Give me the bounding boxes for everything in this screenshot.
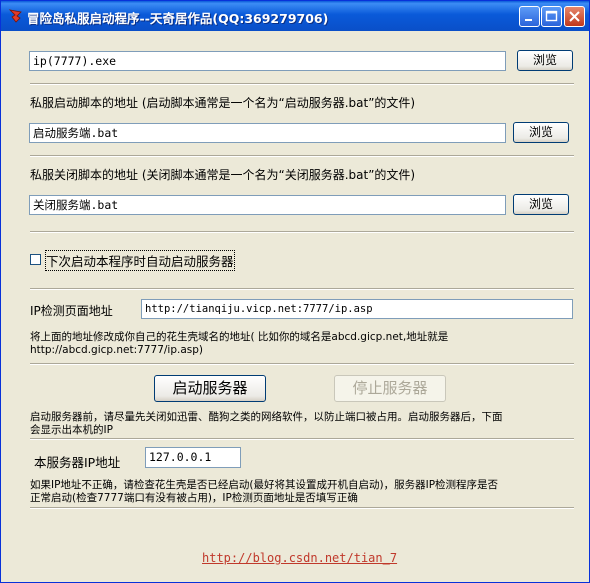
stop-script-input[interactable]: 关闭服务端.bat — [29, 195, 506, 215]
exe-path-input[interactable]: ip(7777).exe — [29, 51, 506, 71]
window-title: 冒险岛私服启动程序--天奇居作品(QQ:369279706) — [27, 11, 329, 26]
main-window: 冒险岛私服启动程序--天奇居作品(QQ:369279706) ip(7777).… — [0, 0, 590, 583]
start-server-button[interactable]: 启动服务器 — [154, 375, 266, 402]
server-ip-field[interactable]: 127.0.0.1 — [145, 447, 241, 468]
start-script-browse-button[interactable]: 浏览 — [513, 122, 569, 143]
stop-script-label: 私服关闭脚本的地址 (关闭脚本通常是一个名为“关闭服务器.bat”的文件) — [30, 168, 416, 182]
ip-check-hint-line1: 将上面的地址修改成你自己的花生壳域名的地址( 比如你的域名是abcd.gicp.… — [30, 331, 449, 343]
maple-app-icon — [8, 9, 22, 23]
close-icon — [569, 11, 580, 22]
exe-browse-button[interactable]: 浏览 — [517, 50, 573, 71]
minimize-button[interactable] — [519, 6, 540, 27]
divider — [30, 438, 574, 440]
close-button[interactable] — [564, 6, 585, 27]
divider — [30, 507, 574, 509]
start-script-label: 私服启动脚本的地址 (启动脚本通常是一个名为“启动服务器.bat”的文件) — [30, 96, 416, 110]
start-note-line2: 会显示出本机的IP — [30, 424, 113, 436]
server-ip-note-line1: 如果IP地址不正确，请检查花生壳是否已经启动(最好将其设置成开机自启动)，服务器… — [30, 479, 499, 491]
ip-check-url-input[interactable]: http://tianqiju.vicp.net:7777/ip.asp — [141, 299, 573, 319]
server-ip-note-line2: 正常启动(检查7777端口有没有被占用)，IP检测页面地址是否填写正确 — [30, 492, 358, 504]
divider — [30, 155, 574, 157]
ip-check-label: IP检测页面地址 — [30, 304, 113, 318]
divider — [30, 83, 574, 85]
divider — [30, 363, 574, 365]
autostart-checkbox[interactable] — [30, 254, 41, 265]
autostart-label[interactable]: 下次启动本程序时自动启动服务器 — [45, 250, 235, 271]
stop-script-browse-button[interactable]: 浏览 — [513, 194, 569, 215]
start-note-line1: 启动服务器前，请尽量先关闭如迅雷、酷狗之类的网络软件，以防止端口被占用。启动服务… — [30, 411, 503, 423]
maximize-button[interactable] — [541, 6, 562, 27]
blog-link[interactable]: http://blog.csdn.net/tian_7 — [202, 551, 397, 565]
stop-server-button[interactable]: 停止服务器 — [334, 375, 446, 402]
server-ip-label: 本服务器IP地址 — [34, 455, 121, 470]
ip-check-hint-line2: http://abcd.gicp.net:7777/ip.asp) — [30, 344, 204, 356]
divider — [30, 231, 574, 233]
divider — [30, 288, 574, 290]
start-script-input[interactable]: 启动服务端.bat — [29, 123, 506, 143]
maximize-icon — [545, 10, 558, 22]
title-bar[interactable]: 冒险岛私服启动程序--天奇居作品(QQ:369279706) — [1, 1, 589, 31]
minimize-icon — [525, 19, 532, 21]
